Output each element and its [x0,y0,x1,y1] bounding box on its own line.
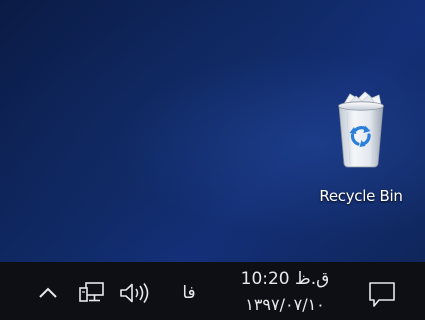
action-center-icon[interactable] [364,278,400,310]
volume-icon[interactable] [118,281,152,305]
chevron-up-icon[interactable] [36,284,60,302]
desktop: Recycle Bin [0,0,425,262]
clock-time: ق.ظ 10:20 [240,269,330,289]
recycle-bin-icon [338,91,384,168]
clock-date: ۱۳۹۷/۰۷/۱۰ [245,295,325,314]
taskbar: فا ق.ظ 10:20 ۱۳۹۷/۰۷/۱۰ [0,262,425,320]
network-icon[interactable] [77,280,107,306]
recycle-bin-label: Recycle Bin [319,187,403,205]
system-clock[interactable]: ق.ظ 10:20 ۱۳۹۷/۰۷/۱۰ [225,268,345,320]
recycle-bin-shortcut[interactable]: Recycle Bin [302,88,420,216]
input-language-indicator[interactable]: فا [176,281,202,305]
